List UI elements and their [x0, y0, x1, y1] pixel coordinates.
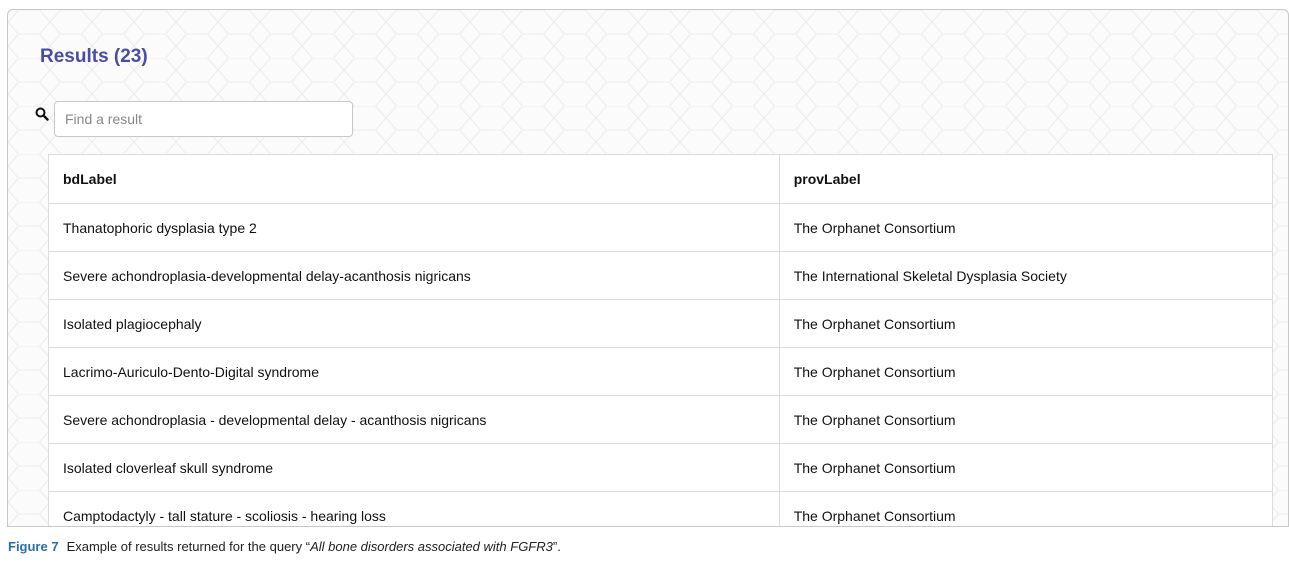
table-header-row: bdLabel provLabel	[48, 154, 1274, 204]
table-cell-bdlabel: Isolated cloverleaf skull syndrome	[48, 443, 780, 492]
table-cell-provlabel: The Orphanet Consortium	[778, 299, 1274, 348]
table-cell-provlabel: The Orphanet Consortium	[778, 443, 1274, 492]
search-input[interactable]	[54, 101, 353, 137]
table-cell-bdlabel: Severe achondroplasia - developmental de…	[48, 395, 780, 444]
search-icon	[35, 107, 49, 121]
figure-label: Figure 7	[8, 539, 59, 554]
caption-query: All bone disorders associated with FGFR3	[310, 539, 553, 554]
table-cell-bdlabel: Severe achondroplasia-developmental dela…	[48, 251, 780, 300]
table-cell-bdlabel: Lacrimo-Auriculo-Dento-Digital syndrome	[48, 347, 780, 396]
column-header-bdlabel[interactable]: bdLabel	[48, 154, 780, 204]
table-cell-provlabel: The Orphanet Consortium	[778, 347, 1274, 396]
table-cell-provlabel: The Orphanet Consortium	[778, 491, 1274, 526]
table-row[interactable]: Severe achondroplasia - developmental de…	[48, 395, 1274, 444]
results-panel: Results (23) bdLabel provLabel Thanatoph…	[7, 9, 1289, 527]
figure-caption: Figure 7 Example of results returned for …	[8, 539, 561, 554]
table-row[interactable]: Thanatophoric dysplasia type 2 The Orpha…	[48, 203, 1274, 252]
table-cell-bdlabel: Isolated plagiocephaly	[48, 299, 780, 348]
table-row[interactable]: Severe achondroplasia-developmental dela…	[48, 251, 1274, 300]
caption-text-after: ”.	[552, 539, 561, 554]
table-row[interactable]: Camptodactyly - tall stature - scoliosis…	[48, 491, 1274, 526]
caption-text-before: Example of results returned for the quer…	[66, 539, 311, 554]
table-cell-provlabel: The International Skeletal Dysplasia Soc…	[778, 251, 1274, 300]
table-cell-bdlabel: Thanatophoric dysplasia type 2	[48, 203, 780, 252]
table-cell-bdlabel: Camptodactyly - tall stature - scoliosis…	[48, 491, 780, 526]
results-table: bdLabel provLabel Thanatophoric dysplasi…	[48, 154, 1274, 526]
table-row[interactable]: Lacrimo-Auriculo-Dento-Digital syndrome …	[48, 347, 1274, 396]
table-cell-provlabel: The Orphanet Consortium	[778, 395, 1274, 444]
column-header-provlabel[interactable]: provLabel	[778, 154, 1274, 204]
table-row[interactable]: Isolated plagiocephaly The Orphanet Cons…	[48, 299, 1274, 348]
table-cell-provlabel: The Orphanet Consortium	[778, 203, 1274, 252]
table-row[interactable]: Isolated cloverleaf skull syndrome The O…	[48, 443, 1274, 492]
results-title: Results (23)	[40, 46, 148, 67]
